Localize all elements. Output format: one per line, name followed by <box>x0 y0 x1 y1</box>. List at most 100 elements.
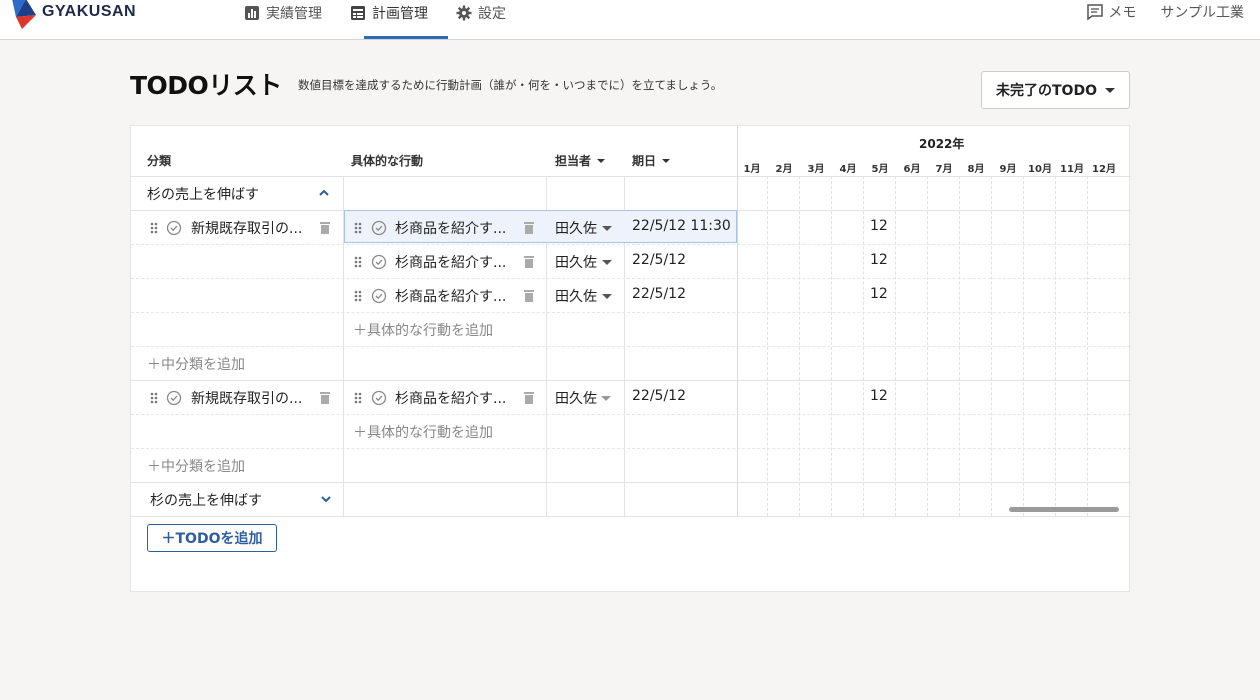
gantt-separator <box>737 126 738 516</box>
memo-icon <box>1087 4 1104 21</box>
check-circle-icon[interactable] <box>166 220 182 236</box>
nav-item-settings[interactable]: 設定 <box>448 0 514 32</box>
main-nav: 実績管理 計画管理 設定 <box>236 0 526 40</box>
sort-caret-icon <box>662 158 671 163</box>
group-title[interactable]: 杉の売上を伸ばす <box>147 184 259 204</box>
gantt-month: 7月 <box>935 164 953 175</box>
due-date[interactable]: 22/5/12 <box>632 252 686 268</box>
gantt-month: 12月 <box>1092 164 1116 175</box>
gantt-month: 2月 <box>775 164 793 175</box>
add-action-label: 具体的な行動を追加 <box>367 425 493 441</box>
action-text[interactable]: 杉商品を紹介す... <box>395 286 506 306</box>
calendar-table-icon <box>351 6 365 20</box>
row-divider <box>131 482 1131 483</box>
caret-down-icon <box>602 260 612 265</box>
add-todo-button[interactable]: ＋TODOを追加 <box>147 524 277 552</box>
caret-down-icon <box>601 396 611 401</box>
memo-label: メモ <box>1108 5 1137 21</box>
caret-down-icon <box>602 226 612 231</box>
due-date[interactable]: 22/5/12 <box>632 388 686 404</box>
drag-handle-icon[interactable] <box>353 221 363 235</box>
row-divider <box>131 312 1131 313</box>
group-title[interactable]: 杉の売上を伸ばす <box>150 490 262 510</box>
drag-handle-icon[interactable] <box>149 391 159 405</box>
drag-handle-icon[interactable] <box>353 255 363 269</box>
drag-handle-icon[interactable] <box>353 289 363 303</box>
header-assignee-label: 担当者 <box>555 154 592 168</box>
gantt-month: 9月 <box>999 164 1017 175</box>
check-circle-icon[interactable] <box>371 220 387 236</box>
assignee-select[interactable]: 田久佐 <box>555 218 597 238</box>
trash-icon[interactable] <box>523 391 535 405</box>
trash-icon[interactable] <box>523 221 535 235</box>
action-text[interactable]: 杉商品を紹介す... <box>395 218 506 238</box>
plus-icon: ＋ <box>147 357 161 373</box>
plus-icon: ＋ <box>353 323 367 339</box>
drag-handle-icon[interactable] <box>353 391 363 405</box>
add-action-button[interactable]: ＋具体的な行動を追加 <box>353 320 493 340</box>
gantt-horizontal-scrollbar[interactable] <box>1009 507 1119 512</box>
gantt-month: 1月 <box>743 164 761 175</box>
gantt-day-marker: 12 <box>870 388 888 404</box>
row-divider <box>131 346 1131 347</box>
row-divider <box>131 244 1131 245</box>
gantt-day-marker: 12 <box>870 218 888 234</box>
header-action: 具体的な行動 <box>351 152 423 169</box>
gantt-month: 4月 <box>839 164 857 175</box>
header-due-sort[interactable]: 期日 <box>632 152 671 169</box>
logo-text: GYAKUSAN <box>42 3 137 20</box>
trash-icon[interactable] <box>523 289 535 303</box>
nav-item-planning[interactable]: 計画管理 <box>342 0 436 32</box>
nav-item-label: 実績管理 <box>266 6 322 22</box>
add-subcategory-label: 中分類を追加 <box>161 357 245 373</box>
assignee-select[interactable]: 田久佐 <box>555 388 597 408</box>
company-name[interactable]: サンプル工業 <box>1160 2 1244 22</box>
gantt-year: 2022年 <box>919 137 965 151</box>
check-circle-icon[interactable] <box>371 390 387 406</box>
row-divider <box>131 448 1131 449</box>
drag-handle-icon[interactable] <box>149 221 159 235</box>
add-action-label: 具体的な行動を追加 <box>367 323 493 339</box>
bar-chart-icon <box>245 6 259 20</box>
top-header: GYAKUSAN 実績管理 計画管理 設定 メモ サンプル工業 <box>0 0 1260 40</box>
trash-icon[interactable] <box>319 391 331 405</box>
nav-item-label: 設定 <box>478 6 506 22</box>
gear-icon <box>456 5 472 21</box>
plus-icon: ＋ <box>147 459 161 475</box>
gantt-day-marker: 12 <box>870 252 888 268</box>
action-text[interactable]: 杉商品を紹介す... <box>395 252 506 272</box>
trash-icon[interactable] <box>319 221 331 235</box>
memo-button[interactable]: メモ <box>1086 2 1136 22</box>
assignee-select[interactable]: 田久佐 <box>555 252 597 272</box>
page-subtitle: 数値目標を達成するために行動計画（誰が・何を・いつまでに）を立てましょう。 <box>298 78 723 92</box>
header-category-label: 分類 <box>147 154 172 168</box>
add-subcategory-button[interactable]: ＋中分類を追加 <box>147 354 245 374</box>
due-date[interactable]: 22/5/12 11:30 <box>632 218 731 234</box>
header-assignee-sort[interactable]: 担当者 <box>555 152 606 169</box>
trash-icon[interactable] <box>523 255 535 269</box>
add-subcategory-label: 中分類を追加 <box>161 459 245 475</box>
add-subcategory-button[interactable]: ＋中分類を追加 <box>147 456 245 476</box>
action-text[interactable]: 杉商品を紹介す... <box>395 388 506 408</box>
todo-filter-dropdown[interactable]: 未完了のTODO <box>981 71 1130 109</box>
subcategory-name[interactable]: 新規既存取引の... <box>191 218 302 238</box>
sort-caret-icon <box>597 158 606 163</box>
check-circle-icon[interactable] <box>371 254 387 270</box>
chevron-down-icon[interactable] <box>320 494 332 504</box>
chevron-up-icon[interactable] <box>318 188 330 198</box>
todo-table-panel: 分類 具体的な行動 担当者 期日 2022年 1月 2月 3月 4月 5月 6月… <box>130 125 1131 592</box>
row-divider <box>131 278 1131 279</box>
plus-icon: ＋ <box>353 425 367 441</box>
gantt-day-marker: 12 <box>870 286 888 302</box>
subcategory-name[interactable]: 新規既存取引の... <box>191 388 302 408</box>
check-circle-icon[interactable] <box>166 390 182 406</box>
active-tab-indicator <box>364 36 448 39</box>
gantt-month: 8月 <box>967 164 985 175</box>
gantt-month: 6月 <box>903 164 921 175</box>
due-date[interactable]: 22/5/12 <box>632 286 686 302</box>
check-circle-icon[interactable] <box>371 288 387 304</box>
logo[interactable]: GYAKUSAN <box>10 0 136 32</box>
assignee-select[interactable]: 田久佐 <box>555 286 597 306</box>
add-action-button[interactable]: ＋具体的な行動を追加 <box>353 422 493 442</box>
nav-item-results[interactable]: 実績管理 <box>236 0 330 32</box>
